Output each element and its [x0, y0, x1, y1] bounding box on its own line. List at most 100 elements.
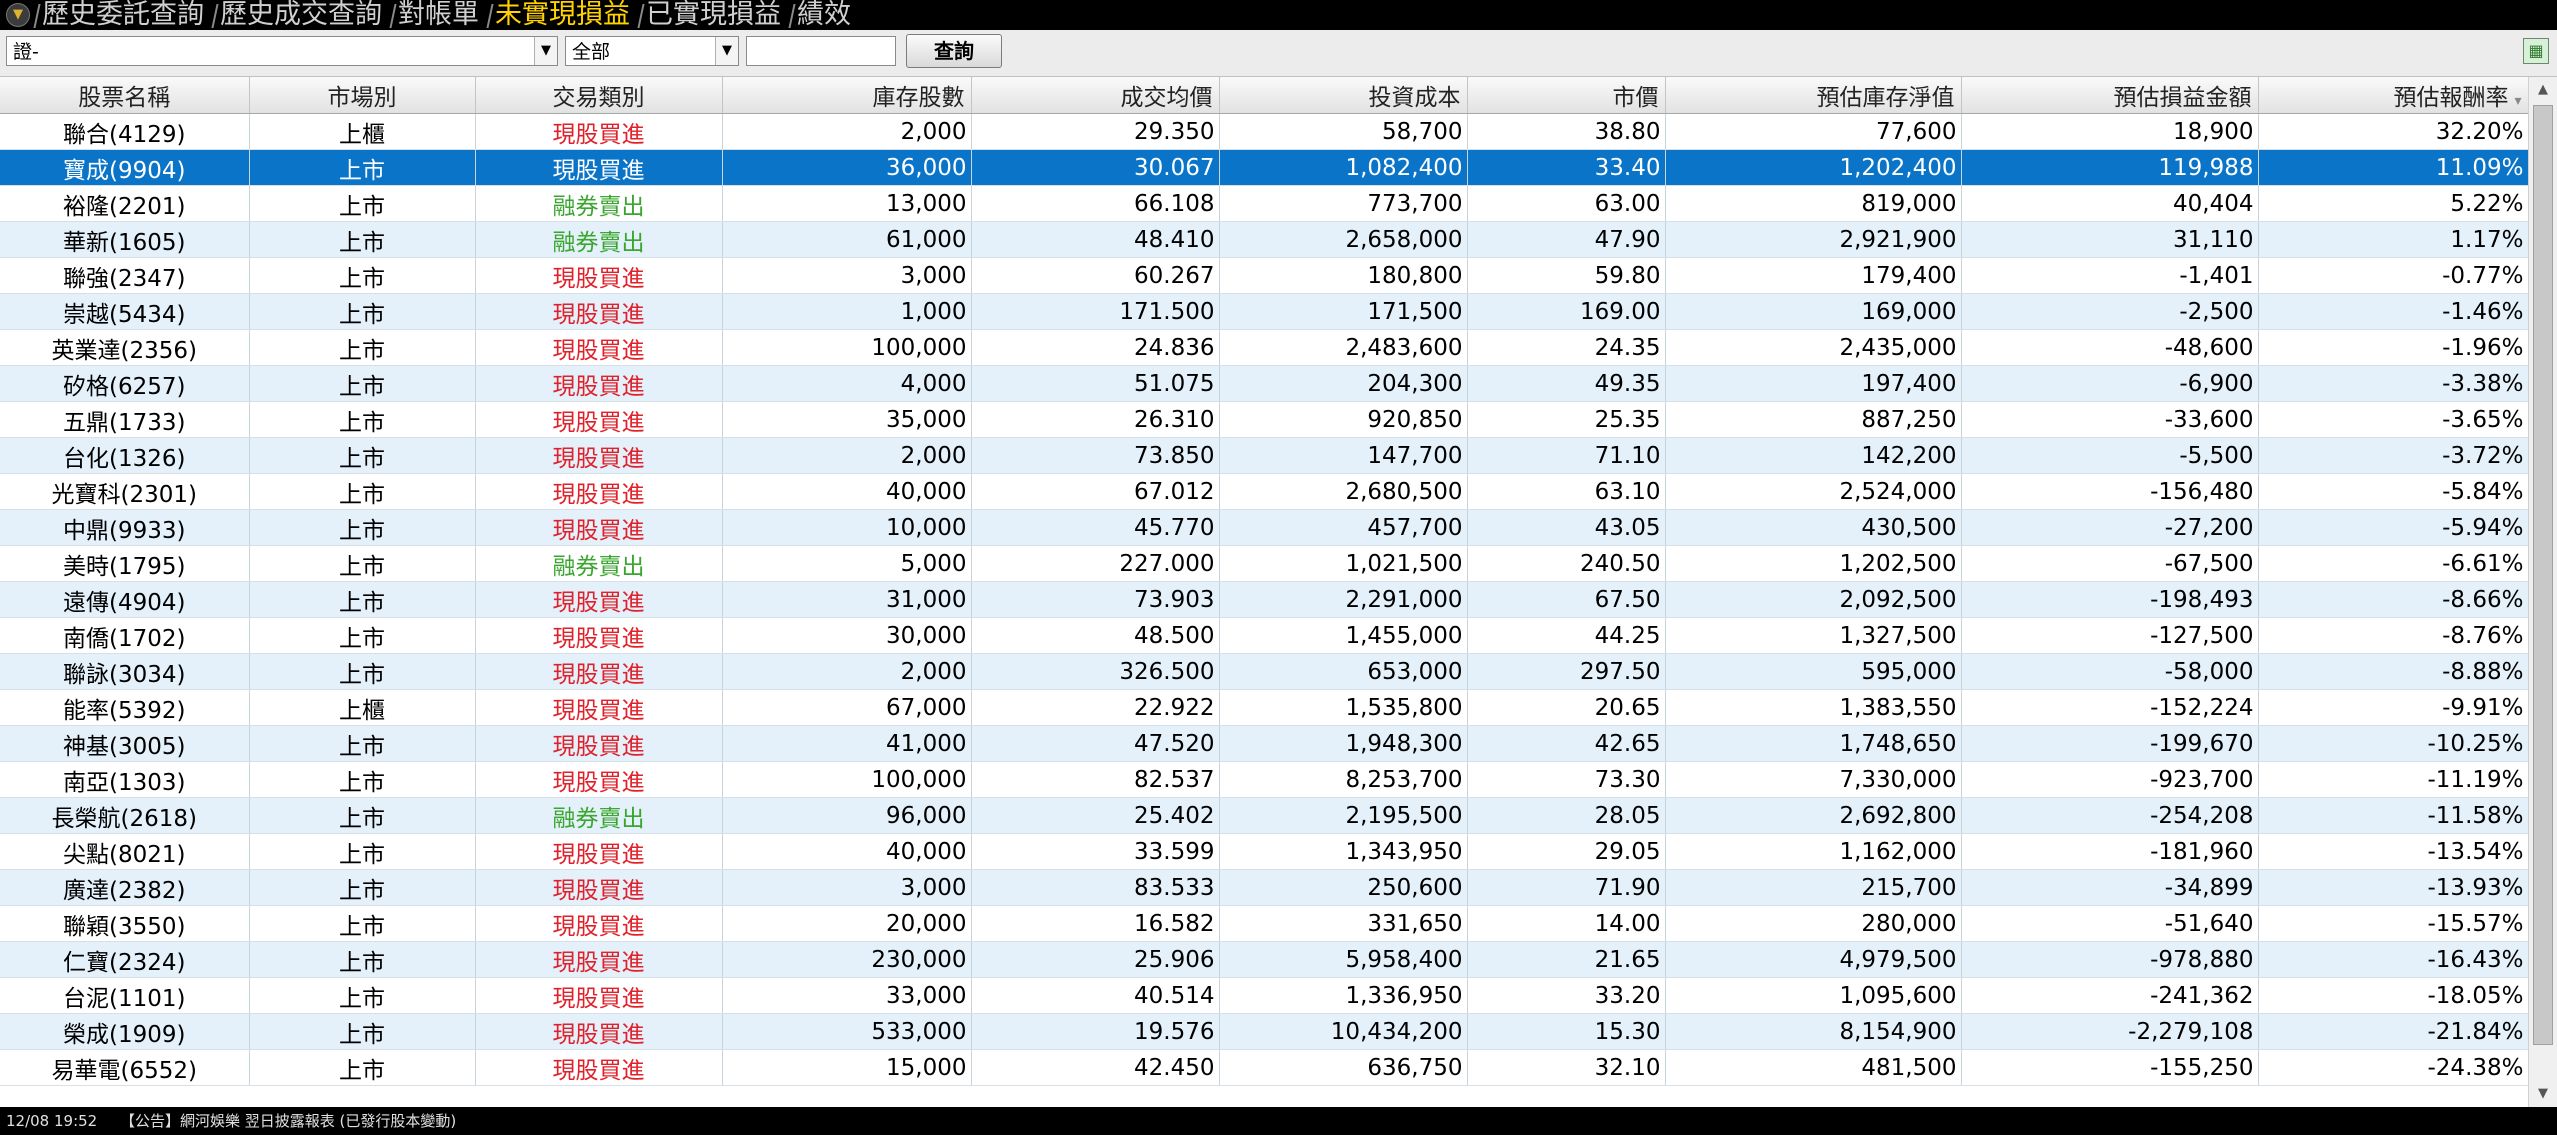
table-cell: 71.90 — [1467, 869, 1666, 906]
table-cell: 18,900 — [1961, 113, 2259, 150]
vertical-scrollbar[interactable]: ▲ ▼ — [2528, 77, 2557, 1107]
table-cell: 5.22% — [2258, 185, 2528, 222]
table-cell: 8,253,700 — [1219, 761, 1468, 798]
tab-0[interactable]: 歷史委託查詢 — [36, 0, 214, 30]
tab-4[interactable]: 已實現損益 — [640, 0, 791, 30]
table-row[interactable]: 聯詠(3034) 上市 現股買進 2,000 326.500 653,000 297.50 5… — [0, 653, 2528, 690]
table-cell: 南僑(1702) — [0, 617, 250, 654]
table-row[interactable]: 崇越(5434) 上市 現股買進 1,000 171.500 171,500 169.00 1… — [0, 293, 2528, 330]
column-header-label: 交易類別 — [552, 85, 645, 111]
table-row[interactable]: 仁寶(2324) 上市 現股買進 230,000 25.906 5,958,400 21.6… — [0, 941, 2528, 978]
table-cell: -5.84% — [2258, 473, 2528, 510]
tab-3[interactable]: 未實現損益 — [489, 0, 640, 30]
table-cell: 100,000 — [722, 761, 972, 798]
scroll-down-icon[interactable]: ▼ — [2532, 1083, 2554, 1105]
table-cell: 40,404 — [1961, 185, 2259, 222]
tab-5[interactable]: 績效 — [791, 0, 861, 30]
tab-2[interactable]: 對帳單 — [392, 0, 489, 30]
table-cell: 25.906 — [971, 941, 1220, 978]
menu-button[interactable]: ▼ — [6, 3, 30, 27]
table-row[interactable]: 裕隆(2201) 上市 融券賣出 13,000 66.108 773,700 63.00 81… — [0, 185, 2528, 222]
table-row[interactable]: 神基(3005) 上市 現股買進 41,000 47.520 1,948,300 42.65… — [0, 725, 2528, 762]
sort-icon[interactable]: ▾ — [2514, 93, 2521, 109]
table-cell: 上市 — [249, 545, 476, 582]
stock-account-select[interactable]: 證- ▼ — [6, 36, 558, 66]
column-header[interactable]: 庫存股數 — [722, 77, 972, 114]
table-cell: 光寶科(2301) — [0, 473, 250, 510]
chevron-down-icon[interactable]: ▼ — [534, 37, 557, 65]
table-row[interactable]: 英業達(2356) 上市 現股買進 100,000 24.836 2,483,600 24.… — [0, 329, 2528, 366]
tab-1[interactable]: 歷史成交查詢 — [214, 0, 392, 30]
table-cell: 33.599 — [971, 833, 1220, 870]
table-row[interactable]: 廣達(2382) 上市 現股買進 3,000 83.533 250,600 71.90 215… — [0, 869, 2528, 906]
column-header[interactable]: 投資成本 — [1219, 77, 1468, 114]
column-header[interactable]: 市場別 — [249, 77, 476, 114]
table-row[interactable]: 台化(1326) 上市 現股買進 2,000 73.850 147,700 71.10 142… — [0, 437, 2528, 474]
table-cell: -34,899 — [1961, 869, 2259, 906]
table-cell: -24.38% — [2258, 1049, 2528, 1086]
table-cell: 融券賣出 — [475, 185, 723, 222]
table-cell: 崇越(5434) — [0, 293, 250, 330]
table-row[interactable]: 榮成(1909) 上市 現股買進 533,000 19.576 10,434,200 15.… — [0, 1013, 2528, 1050]
column-header[interactable]: 成交均價 — [971, 77, 1220, 114]
table-cell: 上市 — [249, 1013, 476, 1050]
column-header[interactable]: 預估報酬率 ▾ — [2258, 77, 2528, 114]
table-row[interactable]: 寶成(9904) 上市 現股買進 36,000 30.067 1,082,400 33.40… — [0, 149, 2528, 186]
table-row[interactable]: 易華電(6552) 上市 現股買進 15,000 42.450 636,750 32.10 4… — [0, 1049, 2528, 1086]
table-cell: 1,000 — [722, 293, 972, 330]
table-cell: 48.500 — [971, 617, 1220, 654]
table-row[interactable]: 尖點(8021) 上市 現股買進 40,000 33.599 1,343,950 29.05… — [0, 833, 2528, 870]
export-excel-icon[interactable]: ▦ — [2523, 38, 2549, 64]
table-row[interactable]: 聯合(4129) 上櫃 現股買進 2,000 29.350 58,700 38.80 77,6… — [0, 113, 2528, 150]
table-row[interactable]: 南亞(1303) 上市 現股買進 100,000 82.537 8,253,700 73.3… — [0, 761, 2528, 798]
table-cell: 2,000 — [722, 653, 972, 690]
table-cell: 現股買進 — [475, 617, 723, 654]
table-cell: 現股買進 — [475, 689, 723, 726]
table-cell: 遠傳(4904) — [0, 581, 250, 618]
table-row[interactable]: 台泥(1101) 上市 現股買進 33,000 40.514 1,336,950 33.20… — [0, 977, 2528, 1014]
table-cell: 887,250 — [1665, 401, 1962, 438]
column-header[interactable]: 股票名稱 — [0, 77, 250, 114]
table-cell: 35,000 — [722, 401, 972, 438]
table-row[interactable]: 遠傳(4904) 上市 現股買進 31,000 73.903 2,291,000 67.50… — [0, 581, 2528, 618]
column-header[interactable]: 交易類別 — [475, 77, 723, 114]
column-header[interactable]: 市價 — [1467, 77, 1666, 114]
table-cell: 上市 — [249, 473, 476, 510]
table-cell: 25.402 — [971, 797, 1220, 834]
table-cell: 14.00 — [1467, 905, 1666, 942]
table-cell: -67,500 — [1961, 545, 2259, 582]
table-cell: -13.54% — [2258, 833, 2528, 870]
table-cell: 上市 — [249, 653, 476, 690]
table-row[interactable]: 中鼎(9933) 上市 現股買進 10,000 45.770 457,700 43.05 43… — [0, 509, 2528, 546]
table-cell: 上市 — [249, 293, 476, 330]
table-row[interactable]: 五鼎(1733) 上市 現股買進 35,000 26.310 920,850 25.35 88… — [0, 401, 2528, 438]
table-cell: -48,600 — [1961, 329, 2259, 366]
table-row[interactable]: 聯強(2347) 上市 現股買進 3,000 60.267 180,800 59.80 179… — [0, 257, 2528, 294]
scroll-up-icon[interactable]: ▲ — [2532, 79, 2554, 101]
table-row[interactable]: 光寶科(2301) 上市 現股買進 40,000 67.012 2,680,500 63.1… — [0, 473, 2528, 510]
table-row[interactable]: 華新(1605) 上市 融券賣出 61,000 48.410 2,658,000 47.90… — [0, 221, 2528, 258]
stock-code-input[interactable] — [746, 36, 896, 66]
table-row[interactable]: 聯穎(3550) 上市 現股買進 20,000 16.582 331,650 14.00 28… — [0, 905, 2528, 942]
table-row[interactable]: 美時(1795) 上市 融券賣出 5,000 227.000 1,021,500 240.5… — [0, 545, 2528, 582]
table-row[interactable]: 南僑(1702) 上市 現股買進 30,000 48.500 1,455,000 44.25… — [0, 617, 2528, 654]
table-row[interactable]: 能率(5392) 上櫃 現股買進 67,000 22.922 1,535,800 20.65… — [0, 689, 2528, 726]
status-announcement[interactable]: 【公告】網河娛樂 翌日披露報表 (已發行股本變動) — [120, 1112, 456, 1130]
chevron-down-icon[interactable]: ▼ — [715, 37, 738, 65]
table-cell: 147,700 — [1219, 437, 1468, 474]
table-cell: -923,700 — [1961, 761, 2259, 798]
table-cell: 33.40 — [1467, 149, 1666, 186]
table-cell: 上市 — [249, 509, 476, 546]
market-filter-select[interactable]: 全部 ▼ — [565, 36, 739, 66]
query-button[interactable]: 查詢 — [906, 34, 1002, 68]
table-cell: -6.61% — [2258, 545, 2528, 582]
scroll-thumb[interactable] — [2533, 105, 2553, 1045]
table-cell: 40,000 — [722, 473, 972, 510]
column-header[interactable]: 預估損益金額 — [1961, 77, 2259, 114]
table-row[interactable]: 長榮航(2618) 上市 融券賣出 96,000 25.402 2,195,500 28.0… — [0, 797, 2528, 834]
table-cell: 25.35 — [1467, 401, 1666, 438]
table-row[interactable]: 矽格(6257) 上市 現股買進 4,000 51.075 204,300 49.35 197… — [0, 365, 2528, 402]
table-cell: 1,327,500 — [1665, 617, 1962, 654]
table-cell: 現股買進 — [475, 653, 723, 690]
column-header[interactable]: 預估庫存淨值 — [1665, 77, 1962, 114]
